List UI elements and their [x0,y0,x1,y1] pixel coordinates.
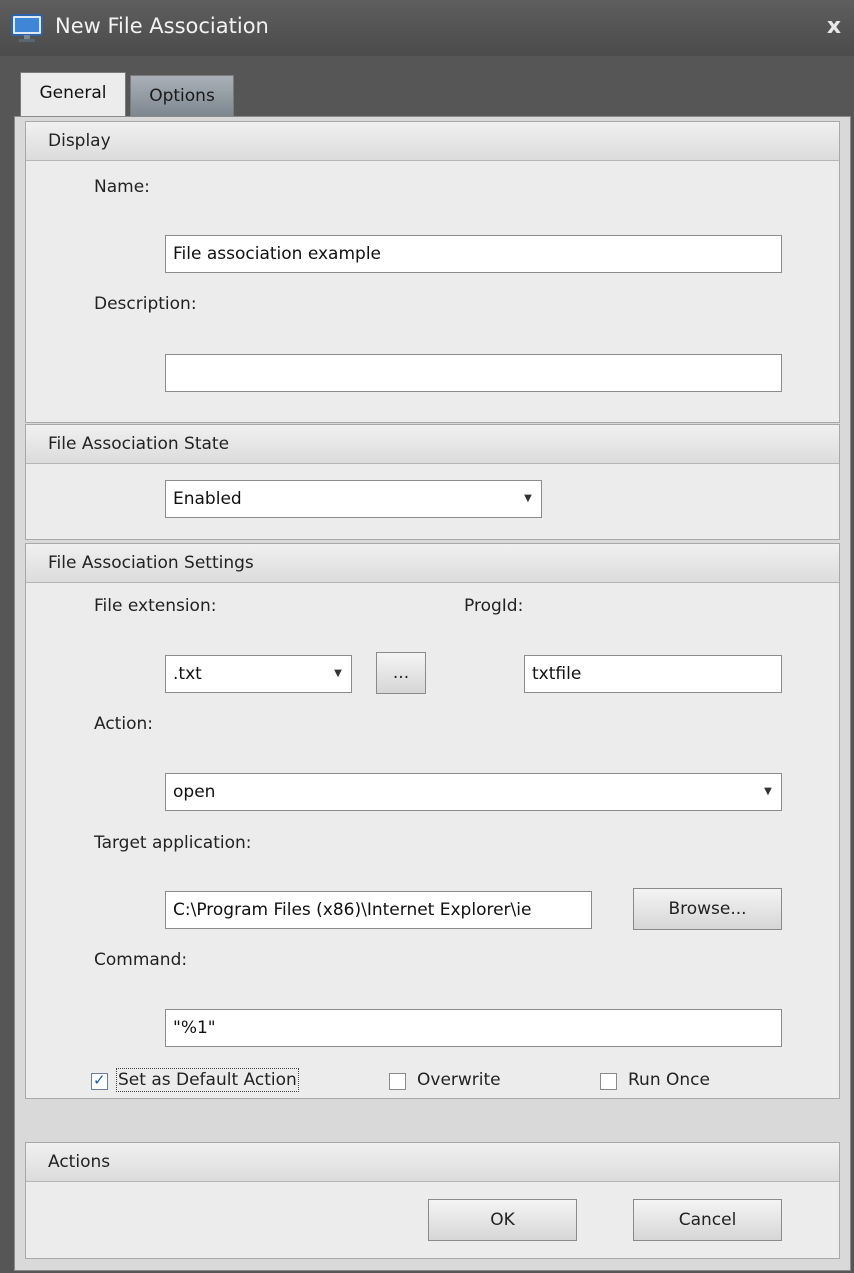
progid-input[interactable]: txtfile [524,655,782,693]
state-dropdown[interactable]: Enabled ▼ [165,480,542,518]
action-value: open [173,782,216,802]
target-application-input[interactable]: C:\Program Files (x86)\Internet Explorer… [165,891,592,929]
settings-group: File Association Settings File extension… [25,543,840,1099]
settings-header-label: File Association Settings [48,553,254,573]
tab-options[interactable]: Options [130,75,234,116]
tab-general[interactable]: General [20,72,126,119]
default-action-checkbox[interactable] [91,1071,108,1090]
state-dropdown-value: Enabled [173,489,242,509]
ok-button[interactable]: OK [428,1199,577,1241]
display-group: Display Name: File association example D… [25,121,840,423]
action-label: Action: [94,714,153,734]
actions-header: Actions [26,1143,839,1182]
browse-button[interactable]: Browse... [633,888,782,930]
name-input[interactable]: File association example [165,235,782,273]
state-group: File Association State Enabled ▼ [25,424,840,540]
action-dropdown[interactable]: open ▼ [165,773,782,811]
state-header-label: File Association State [48,434,230,454]
chevron-down-icon: ▼ [524,493,532,504]
window-title: New File Association [55,14,269,38]
settings-header: File Association Settings [26,544,839,583]
dialog-window: New File Association x Options General D… [0,0,854,1273]
description-input[interactable] [165,354,782,392]
display-header-label: Display [48,131,111,151]
description-label: Description: [94,294,197,314]
tab-content: Display Name: File association example D… [14,116,851,1271]
default-action-label[interactable]: Set as Default Action [116,1068,299,1092]
chevron-down-icon: ▼ [764,786,772,797]
command-label: Command: [94,950,188,970]
file-extension-value: .txt [173,664,202,684]
file-extension-label: File extension: [94,596,217,616]
title-bar[interactable]: New File Association x [0,0,854,56]
monitor-icon [11,14,43,42]
progid-label: ProgId: [464,596,524,616]
chevron-down-icon: ▼ [334,668,342,679]
actions-group: Actions OK Cancel [25,1142,840,1259]
overwrite-label[interactable]: Overwrite [417,1070,501,1090]
cancel-button[interactable]: Cancel [633,1199,782,1241]
state-header: File Association State [26,425,839,464]
tab-strip [0,56,854,116]
command-input[interactable]: "%1" [165,1009,782,1047]
target-application-label: Target application: [94,833,252,853]
name-label: Name: [94,177,150,197]
display-header: Display [26,122,839,161]
overwrite-checkbox[interactable] [389,1073,406,1090]
file-extension-dropdown[interactable]: .txt ▼ [165,655,352,693]
run-once-label[interactable]: Run Once [628,1070,710,1090]
run-once-checkbox[interactable] [600,1073,617,1090]
ellipsis-button[interactable]: ... [376,652,426,694]
close-button[interactable]: x [818,10,850,44]
actions-header-label: Actions [48,1152,111,1172]
